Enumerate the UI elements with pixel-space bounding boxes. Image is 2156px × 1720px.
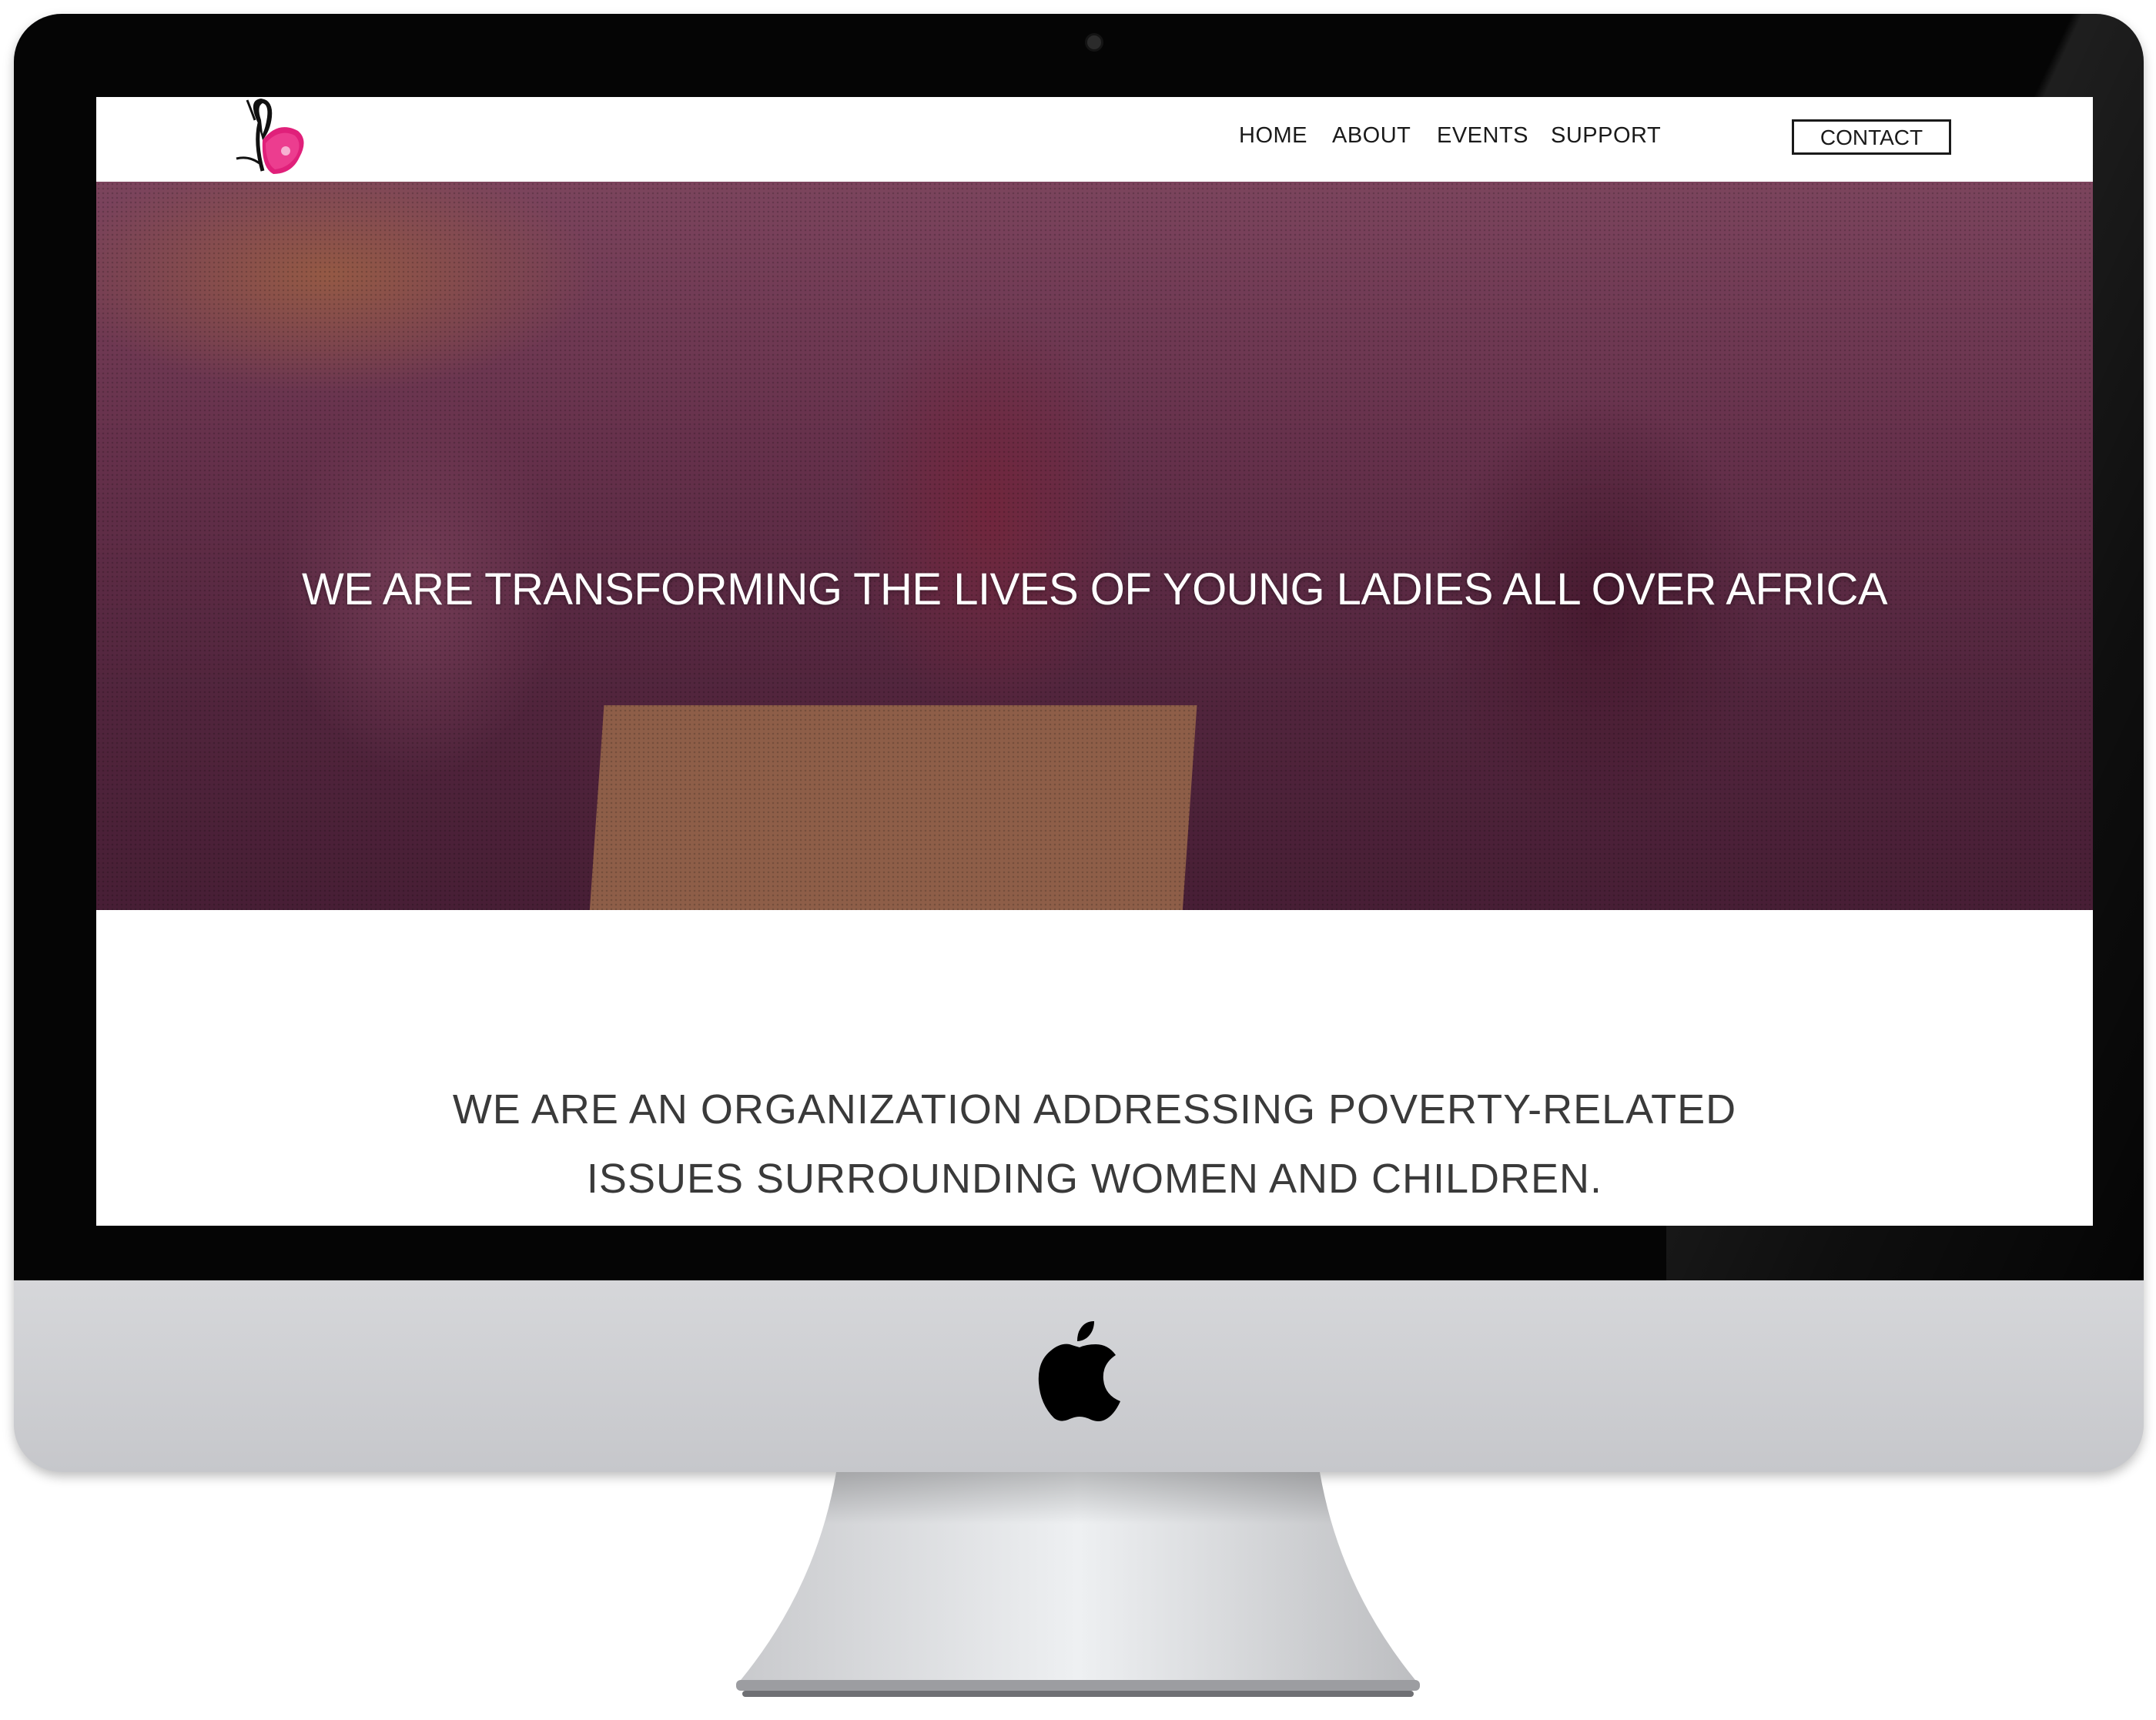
mission-line-2: ISSUES SURROUNDING WOMEN AND CHILDREN. [586, 1156, 1603, 1202]
website-screen: HOME ABOUT EVENTS SUPPORT CONTACT WE ARE… [96, 97, 2093, 1226]
screen-bezel: HOME ABOUT EVENTS SUPPORT CONTACT WE ARE… [14, 14, 2144, 1280]
hero-headline: WE ARE TRANSFORMING THE LIVES OF YOUNG L… [301, 564, 1888, 614]
butterfly-logo-icon[interactable] [232, 97, 316, 177]
camera-icon [1085, 33, 1103, 52]
contact-button[interactable]: CONTACT [1792, 119, 1951, 155]
mission-line-1: WE ARE AN ORGANIZATION ADDRESSING POVERT… [452, 1086, 1737, 1133]
nav-support-link[interactable]: SUPPORT [1551, 123, 1661, 149]
navbar: HOME ABOUT EVENTS SUPPORT CONTACT [96, 97, 2093, 182]
apple-logo-icon [1038, 1321, 1120, 1421]
imac-stand [736, 1472, 1420, 1697]
hero-tint-overlay [96, 182, 2093, 910]
nav-events-link[interactable]: EVENTS [1437, 123, 1528, 149]
imac-frame: HOME ABOUT EVENTS SUPPORT CONTACT WE ARE… [14, 14, 2144, 1472]
nav-about-link[interactable]: ABOUT [1332, 123, 1411, 149]
hero-banner: WE ARE TRANSFORMING THE LIVES OF YOUNG L… [96, 182, 2093, 910]
mission-statement: WE ARE AN ORGANIZATION ADDRESSING POVERT… [96, 1075, 2093, 1213]
nav-home-link[interactable]: HOME [1239, 123, 1307, 149]
